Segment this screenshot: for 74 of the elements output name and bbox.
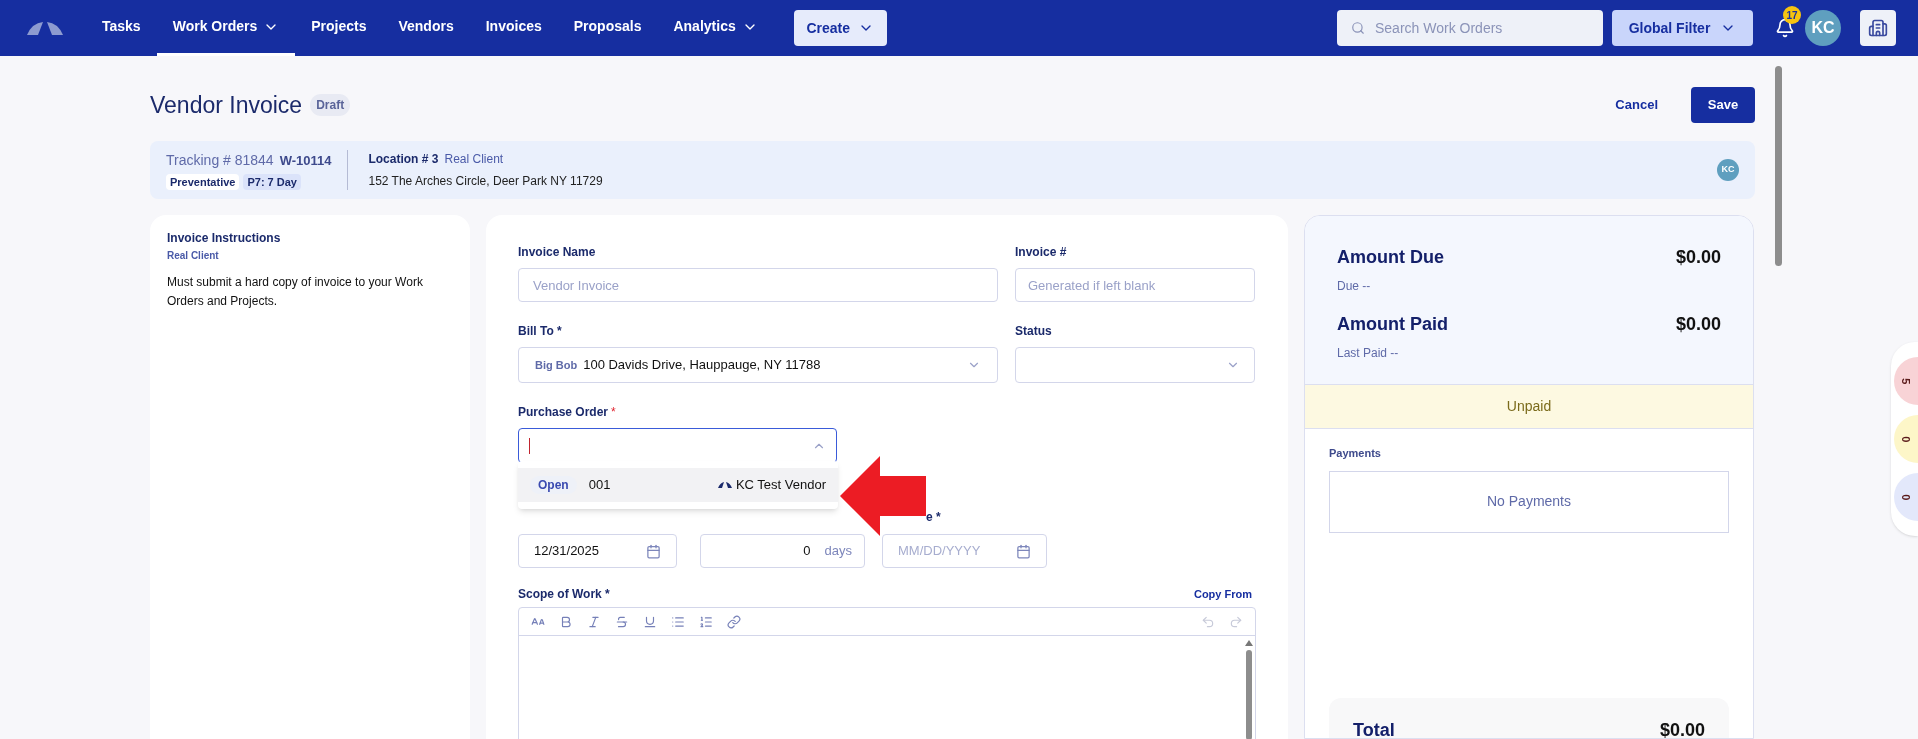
nav-tab[interactable]: Invoices bbox=[469, 0, 558, 56]
nav-tab[interactable]: Tasks bbox=[86, 0, 157, 56]
status-badge: Draft bbox=[310, 94, 351, 116]
bullet-list-icon[interactable] bbox=[671, 614, 685, 629]
underline-icon[interactable] bbox=[643, 614, 657, 629]
amount-paid-label: Amount Paid bbox=[1337, 313, 1448, 336]
instructions-title: Invoice Instructions bbox=[167, 230, 282, 247]
counter-pill[interactable]: 5 bbox=[1894, 357, 1918, 405]
notification-bell-icon[interactable] bbox=[1775, 18, 1795, 38]
total-label: Total bbox=[1353, 720, 1395, 738]
copy-from-link[interactable]: Copy From bbox=[1193, 585, 1252, 603]
tag: P7: 7 Day bbox=[243, 173, 301, 191]
building-icon bbox=[1868, 18, 1888, 38]
required-mark: * bbox=[611, 404, 616, 421]
date-field[interactable]: 12/31/2025 bbox=[518, 534, 677, 568]
tracking-number: Tracking # 81844 bbox=[166, 150, 274, 170]
counter-pill[interactable]: 0 bbox=[1894, 415, 1918, 463]
bold-icon[interactable] bbox=[559, 614, 573, 629]
link-icon[interactable] bbox=[727, 614, 741, 629]
location-number: Location # 3 bbox=[368, 151, 439, 168]
invoice-name-field[interactable]: Vendor Invoice bbox=[518, 268, 998, 302]
amount-due-value: $0.00 bbox=[1675, 246, 1721, 269]
invoice-number-field[interactable]: Generated if left blank bbox=[1015, 268, 1255, 302]
save-button[interactable]: Save bbox=[1691, 87, 1755, 123]
logo-icon[interactable] bbox=[26, 21, 64, 35]
location-address: 152 The Arches Circle, Deer Park NY 11729 bbox=[368, 173, 603, 190]
page-scrollbar[interactable] bbox=[1774, 66, 1782, 266]
payment-status-banner: Unpaid bbox=[1305, 384, 1753, 429]
notification-count: 17 bbox=[1783, 6, 1801, 24]
nav-tab[interactable]: Vendors bbox=[382, 0, 470, 56]
field-label: Bill To * bbox=[518, 323, 563, 340]
building-button[interactable] bbox=[1860, 10, 1896, 46]
field-label: Invoice Name bbox=[518, 244, 597, 261]
instructions-client: Real Client bbox=[167, 249, 220, 263]
vendor-logo-icon bbox=[717, 482, 732, 488]
days-field[interactable]: 0 days bbox=[700, 534, 865, 568]
nav-tab[interactable]: Analytics bbox=[657, 0, 774, 56]
instructions-text: Must submit a hard copy of invoice to your Work Orders and Projects. bbox=[167, 274, 424, 310]
purchase-order-option[interactable]: Open 001 KC Test Vendor bbox=[518, 468, 838, 502]
payments-empty-box: No Payments bbox=[1329, 470, 1729, 533]
nav-tab[interactable]: Proposals bbox=[557, 0, 658, 56]
field-label: Status bbox=[1015, 323, 1053, 340]
nav-tab[interactable]: Work Orders bbox=[156, 0, 296, 56]
nav-tab[interactable]: Projects bbox=[295, 0, 383, 56]
field-label: e * bbox=[925, 509, 942, 526]
field-label: Purchase Order bbox=[518, 404, 609, 421]
create-button[interactable]: Create bbox=[793, 10, 887, 46]
assignee-avatar: KC bbox=[1717, 159, 1739, 181]
scroll-up-icon[interactable] bbox=[1244, 640, 1253, 646]
italic-icon[interactable] bbox=[587, 614, 601, 629]
field-label: Invoice # bbox=[1015, 244, 1068, 261]
tag: Preventative bbox=[166, 173, 240, 191]
calendar-icon bbox=[646, 543, 661, 559]
numbered-list-icon[interactable] bbox=[699, 614, 713, 629]
due-date-text: Due -- bbox=[1337, 278, 1372, 295]
search-icon bbox=[1351, 21, 1365, 35]
last-paid-text: Last Paid -- bbox=[1337, 345, 1400, 362]
client-name: Real Client bbox=[444, 151, 504, 168]
payments-label: Payments bbox=[1329, 446, 1382, 461]
global-filter-button[interactable]: Global Filter bbox=[1612, 10, 1753, 46]
cancel-button[interactable]: Cancel bbox=[1615, 95, 1658, 115]
search-field[interactable]: Search Work Orders bbox=[1337, 10, 1603, 46]
scrollbar-thumb[interactable] bbox=[1245, 650, 1252, 739]
strikethrough-icon[interactable] bbox=[615, 614, 629, 629]
field-label: Scope of Work * bbox=[518, 586, 610, 603]
total-value: $0.00 bbox=[1659, 720, 1705, 738]
counter-pill[interactable]: 0 bbox=[1894, 473, 1918, 521]
bill-to-select[interactable]: Big Bob 100 Davids Drive, Hauppauge, NY 11788 bbox=[518, 347, 998, 383]
amount-due-label: Amount Due bbox=[1337, 246, 1444, 269]
page-title: Vendor Invoice bbox=[150, 90, 303, 120]
calendar-icon bbox=[1016, 543, 1031, 559]
text-cursor bbox=[529, 437, 530, 454]
work-order-number: W-10114 bbox=[279, 151, 332, 170]
amount-paid-value: $0.00 bbox=[1675, 313, 1721, 336]
